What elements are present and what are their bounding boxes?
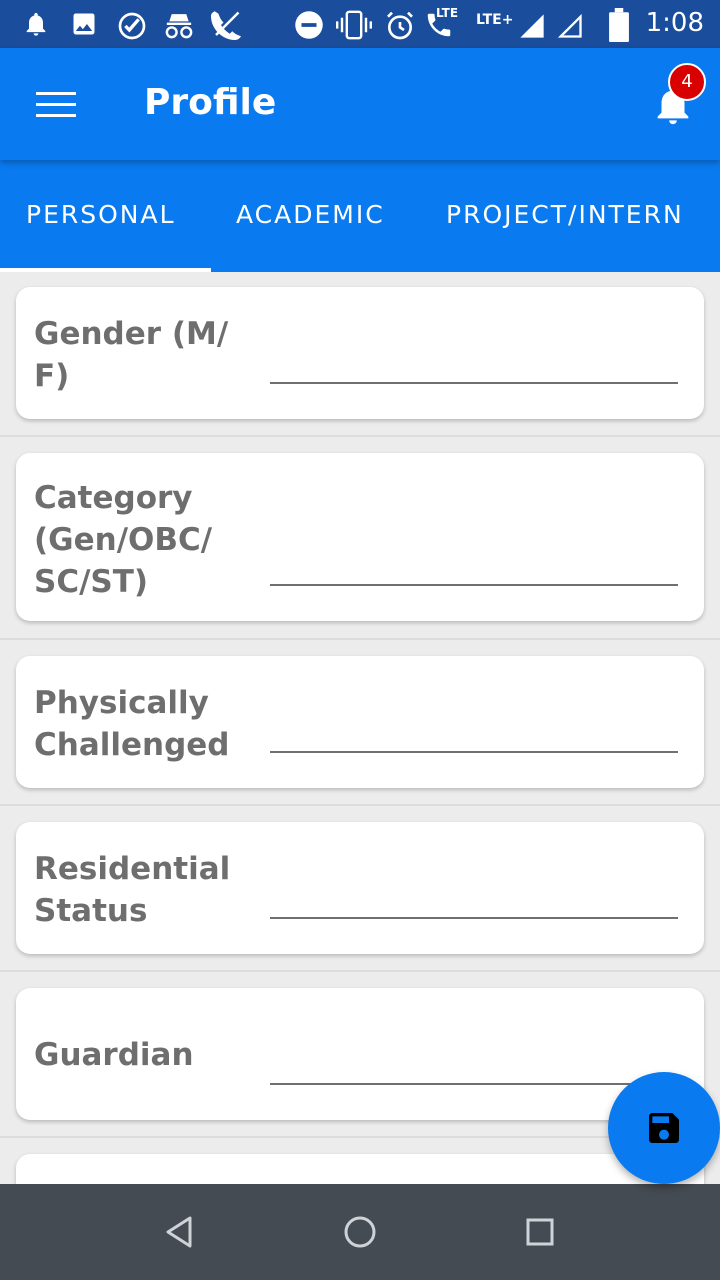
floppy-disk-icon bbox=[649, 1113, 679, 1143]
field-label: Gender (M/ F) bbox=[34, 316, 229, 394]
do-not-disturb-icon bbox=[295, 11, 323, 39]
notification-bell-status-icon bbox=[26, 12, 46, 36]
physically-challenged-field[interactable] bbox=[270, 713, 678, 753]
signal-empty-icon bbox=[557, 13, 582, 38]
divider bbox=[0, 435, 720, 437]
alarm-icon bbox=[387, 11, 413, 40]
tab-project-intern[interactable]: PROJECT/INTERN bbox=[446, 200, 684, 229]
field-label: Category (Gen/OBC/ SC/ST) bbox=[34, 480, 213, 600]
field-label: Residential Status bbox=[34, 851, 231, 929]
field-card-physically-challenged: Physically Challenged bbox=[16, 656, 704, 788]
battery-icon bbox=[609, 8, 629, 42]
home-circle-icon[interactable] bbox=[340, 1212, 380, 1252]
check-circle-icon bbox=[118, 12, 146, 40]
category-field[interactable] bbox=[270, 546, 678, 586]
app-bar: Profile bbox=[0, 48, 720, 160]
divider bbox=[0, 804, 720, 806]
field-label: Guardian bbox=[34, 1037, 194, 1073]
divider bbox=[0, 970, 720, 972]
divider bbox=[0, 638, 720, 640]
save-button[interactable] bbox=[608, 1072, 720, 1184]
lte-plus-label: LTE+ bbox=[476, 12, 514, 28]
lte-label: LTE bbox=[436, 6, 459, 20]
status-clock: 1:08 bbox=[645, 8, 704, 38]
field-card-category: Category (Gen/OBC/ SC/ST) bbox=[16, 453, 704, 621]
notification-badge: 4 bbox=[668, 63, 706, 101]
tab-academic[interactable]: ACADEMIC bbox=[236, 200, 385, 229]
call-off-icon bbox=[211, 11, 241, 40]
recents-square-icon[interactable] bbox=[520, 1212, 560, 1252]
profile-form-list[interactable]: Gender (M/ F) Category (Gen/OBC/ SC/ST) … bbox=[0, 272, 720, 1184]
status-bar: LTE LTE+ 1:08 bbox=[0, 0, 720, 48]
gender-field[interactable] bbox=[270, 344, 678, 384]
guardian-field[interactable] bbox=[270, 1045, 678, 1085]
field-card-gender: Gender (M/ F) bbox=[16, 287, 704, 419]
tab-bar: PERSONAL ACADEMIC PROJECT/INTERN bbox=[0, 160, 720, 272]
field-card-residential-status: Residential Status bbox=[16, 822, 704, 954]
residential-status-field[interactable] bbox=[270, 879, 678, 919]
menu-icon[interactable] bbox=[36, 92, 76, 118]
incognito-icon bbox=[165, 14, 193, 39]
field-label: Physically Challenged bbox=[34, 685, 230, 763]
vibrate-icon bbox=[336, 10, 372, 40]
gallery-icon bbox=[73, 13, 95, 35]
back-triangle-icon[interactable] bbox=[160, 1212, 200, 1252]
page-title: Profile bbox=[144, 82, 277, 123]
field-card-guardian: Guardian bbox=[16, 988, 704, 1120]
signal-full-icon bbox=[520, 14, 544, 38]
system-nav-bar bbox=[0, 1184, 720, 1280]
tab-personal[interactable]: PERSONAL bbox=[26, 200, 176, 229]
field-card-partial bbox=[16, 1154, 704, 1184]
